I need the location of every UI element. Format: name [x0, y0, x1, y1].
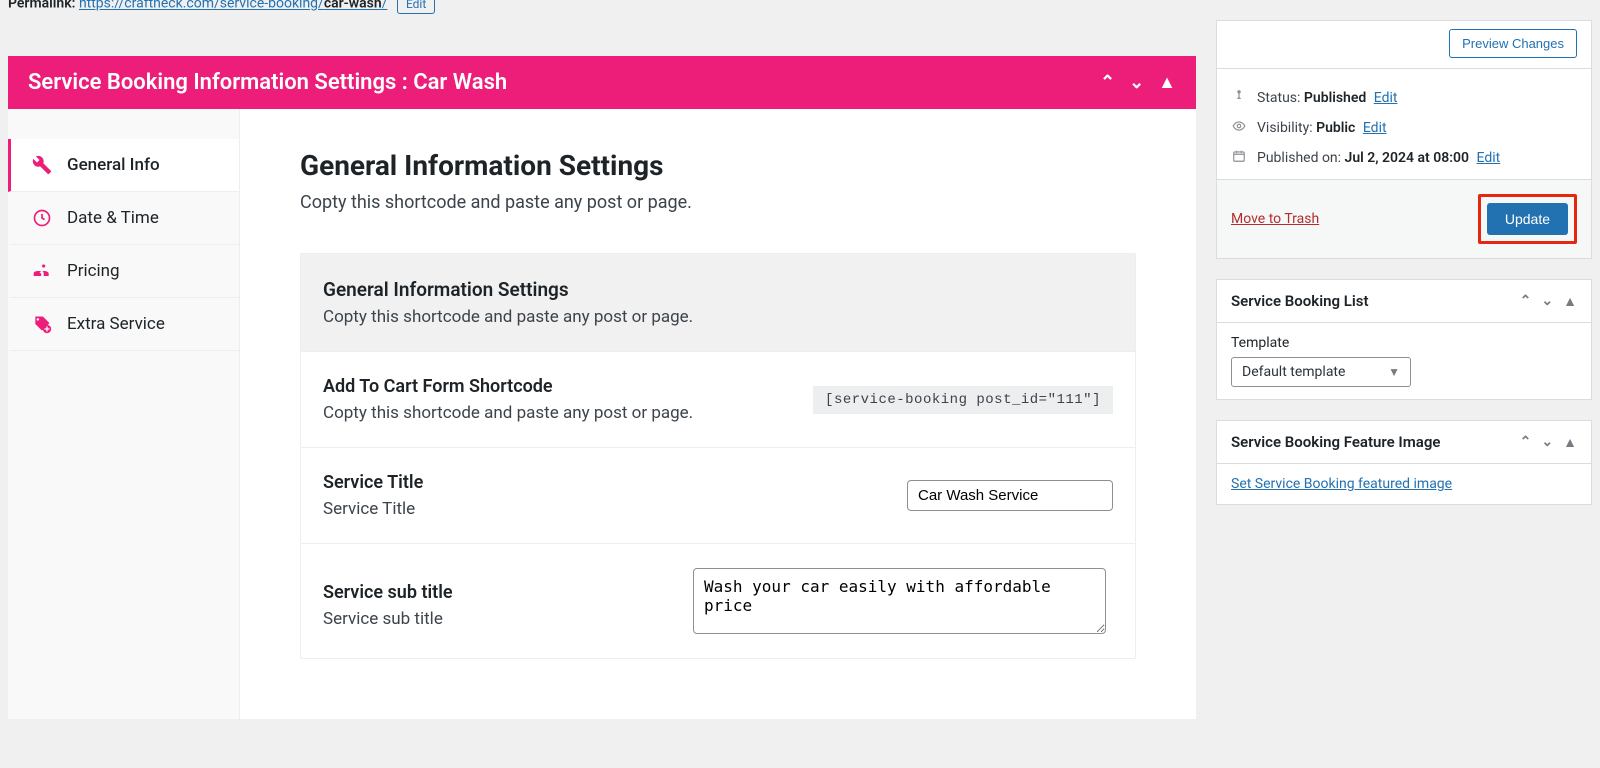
chevron-down-icon[interactable]: ⌄ [1541, 434, 1553, 451]
service-subtitle-label: Service sub title [323, 582, 693, 603]
publish-metabox: Preview Changes Status: Published Edit [1216, 20, 1592, 259]
service-title-sub: Service Title [323, 499, 907, 519]
table-row: Add To Cart Form Shortcode Copty this sh… [301, 352, 1135, 448]
settings-header: Service Booking Information Settings : C… [8, 56, 1196, 109]
hand-coin-icon [31, 261, 53, 281]
table-head-sub: Copty this shortcode and paste any post … [323, 307, 1113, 327]
status-edit-link[interactable]: Edit [1374, 90, 1398, 106]
booking-list-metabox: Service Booking List ⌃ ⌄ ▲ Template Defa… [1216, 279, 1592, 400]
permalink-url[interactable]: https://craftheck.com/service-booking/ca… [79, 0, 388, 12]
shortcode-value[interactable]: [service-booking post_id="111"] [813, 386, 1113, 414]
service-title-label: Service Title [323, 472, 907, 493]
visibility-row: Visibility: Public Edit [1231, 113, 1577, 143]
table-row: Service sub title Service sub title [301, 544, 1135, 658]
published-label: Published on: [1257, 150, 1341, 166]
tab-content: General Information Settings Copty this … [240, 109, 1196, 719]
preview-changes-button[interactable]: Preview Changes [1449, 29, 1577, 58]
tag-plus-icon [31, 314, 53, 334]
table-head-title: General Information Settings [323, 278, 1113, 301]
settings-table: General Information Settings Copty this … [300, 253, 1136, 659]
chevron-up-icon[interactable]: ⌃ [1520, 293, 1532, 310]
status-value: Published [1304, 90, 1366, 106]
visibility-label: Visibility: [1257, 120, 1313, 136]
tab-pricing[interactable]: Pricing [8, 245, 239, 298]
service-subtitle-input[interactable] [693, 568, 1106, 634]
visibility-value: Public [1316, 120, 1355, 136]
update-button[interactable]: Update [1487, 203, 1568, 235]
template-select[interactable]: Default template ▼ [1231, 357, 1411, 387]
update-highlight: Update [1478, 194, 1577, 244]
publish-top-actions: Preview Changes [1217, 21, 1591, 69]
tab-label: Pricing [67, 261, 120, 281]
booking-list-title: Service Booking List [1231, 292, 1369, 310]
tab-general-info[interactable]: General Info [8, 139, 239, 192]
status-label: Status: [1257, 90, 1300, 106]
tab-label: General Info [67, 155, 160, 175]
status-row: Status: Published Edit [1231, 83, 1577, 113]
content-lead: Copty this shortcode and paste any post … [300, 192, 1136, 213]
table-row: Service Title Service Title [301, 448, 1135, 544]
service-subtitle-sub: Service sub title [323, 609, 693, 629]
template-value: Default template [1242, 364, 1345, 380]
shortcode-sub: Copty this shortcode and paste any post … [323, 403, 813, 423]
set-featured-image-link[interactable]: Set Service Booking featured image [1231, 476, 1452, 492]
tab-label: Extra Service [67, 314, 165, 334]
chevron-down-icon[interactable]: ⌄ [1129, 72, 1144, 93]
table-row: General Information Settings Copty this … [301, 254, 1135, 352]
visibility-edit-link[interactable]: Edit [1363, 120, 1387, 136]
main-panel: General Info Date & Time Pricing [8, 109, 1196, 719]
template-label: Template [1231, 335, 1577, 351]
tab-date-time[interactable]: Date & Time [8, 192, 239, 245]
permalink-label: Permalink: [8, 0, 75, 12]
calendar-icon [1231, 149, 1247, 167]
eye-icon [1231, 119, 1247, 137]
triangle-up-icon[interactable]: ▲ [1563, 293, 1577, 310]
chevron-up-icon[interactable]: ⌃ [1520, 434, 1532, 451]
tab-extra-service[interactable]: Extra Service [8, 298, 239, 351]
triangle-up-icon[interactable]: ▲ [1563, 434, 1577, 451]
triangle-up-icon[interactable]: ▲ [1158, 72, 1176, 93]
chevron-down-icon[interactable]: ⌄ [1541, 293, 1553, 310]
published-value: Jul 2, 2024 at 08:00 [1345, 150, 1469, 166]
permalink-edit-button[interactable]: Edit [397, 0, 435, 14]
chevron-up-icon[interactable]: ⌃ [1100, 72, 1115, 93]
tab-label: Date & Time [67, 208, 159, 228]
settings-header-title: Service Booking Information Settings : C… [28, 70, 507, 95]
left-tabs: General Info Date & Time Pricing [8, 109, 240, 719]
wrench-icon [31, 155, 53, 175]
chevron-down-icon: ▼ [1388, 365, 1400, 379]
feature-image-title: Service Booking Feature Image [1231, 433, 1440, 451]
pin-icon [1231, 89, 1247, 107]
service-title-input[interactable] [907, 480, 1113, 511]
feature-image-metabox: Service Booking Feature Image ⌃ ⌄ ▲ Set … [1216, 420, 1592, 505]
published-row: Published on: Jul 2, 2024 at 08:00 Edit [1231, 143, 1577, 173]
content-heading: General Information Settings [300, 149, 1136, 182]
published-edit-link[interactable]: Edit [1477, 150, 1501, 166]
shortcode-label: Add To Cart Form Shortcode [323, 376, 813, 397]
move-to-trash-link[interactable]: Move to Trash [1231, 211, 1319, 227]
clock-icon [31, 208, 53, 228]
